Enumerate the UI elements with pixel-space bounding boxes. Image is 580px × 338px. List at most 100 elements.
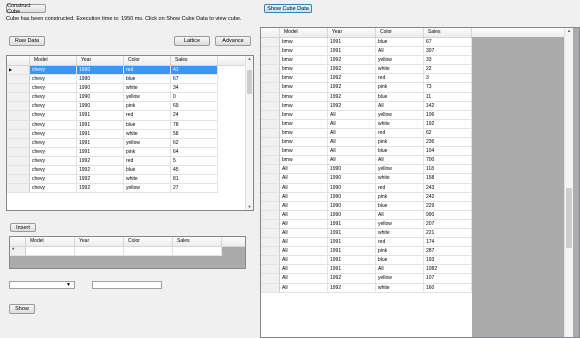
column-header[interactable]: Sales (173, 237, 222, 246)
table-cell[interactable]: 1992 (328, 83, 376, 93)
row-header[interactable] (261, 83, 280, 93)
table-row[interactable]: All 1991 red 174 (261, 238, 472, 248)
row-header[interactable] (261, 183, 280, 193)
table-row[interactable]: All 1992 yellow 107 (261, 274, 472, 284)
scroll-up-icon[interactable]: ▲ (246, 56, 253, 62)
table-row[interactable]: bmw All yellow 106 (261, 110, 472, 120)
lattice-button[interactable]: Lattice (174, 36, 210, 46)
table-cell[interactable]: All (280, 219, 328, 229)
table-cell[interactable]: 1990 (328, 183, 376, 193)
table-cell[interactable]: All (280, 238, 328, 248)
column-header[interactable]: Year (77, 56, 124, 65)
table-cell[interactable]: 1992 (328, 283, 376, 293)
row-header[interactable] (261, 265, 280, 275)
new-row[interactable]: * (10, 247, 222, 257)
table-cell[interactable]: 3 (424, 74, 472, 84)
table-cell[interactable]: chevy (30, 166, 77, 176)
table-cell[interactable]: chevy (30, 156, 77, 167)
table-cell[interactable]: 78 (171, 120, 218, 130)
table-cell[interactable]: bmw (280, 110, 328, 120)
table-cell[interactable]: 107 (424, 274, 472, 284)
table-cell[interactable]: chevy (30, 93, 77, 103)
vertical-scrollbar[interactable]: ▲ ▼ (245, 56, 253, 210)
table-row[interactable]: bmw All pink 236 (261, 138, 472, 148)
table-row[interactable]: bmw All blue 104 (261, 147, 472, 157)
table-cell[interactable]: bmw (280, 128, 328, 139)
table-row[interactable]: All 1990 yellow 118 (261, 165, 472, 175)
row-header[interactable] (261, 210, 280, 220)
table-row[interactable]: chevy 1991 blue 78 (7, 120, 253, 130)
table-cell[interactable]: bmw (280, 38, 328, 48)
table-row[interactable]: All 1991 white 221 (261, 228, 472, 239)
table-cell[interactable]: 229 (424, 201, 472, 211)
row-header[interactable] (7, 129, 30, 139)
table-cell[interactable]: 1990 (328, 174, 376, 184)
table-row[interactable]: chevy 1991 pink 64 (7, 147, 253, 157)
table-cell[interactable]: 5 (171, 156, 218, 167)
table-cell[interactable]: 1990 (77, 102, 124, 112)
table-cell[interactable]: 1992 (77, 184, 124, 194)
row-header[interactable] (261, 138, 280, 148)
table-cell[interactable]: 69 (171, 102, 218, 112)
row-header[interactable] (261, 56, 280, 66)
table-cell[interactable]: chevy (30, 129, 77, 139)
table-row[interactable]: bmw 1992 yellow 33 (261, 56, 472, 66)
row-header[interactable] (261, 238, 280, 248)
table-cell[interactable]: 62 (171, 138, 218, 148)
filter-combo[interactable]: ▼ (9, 281, 75, 289)
table-cell[interactable]: white (124, 84, 171, 94)
table-cell[interactable]: white (376, 228, 424, 239)
table-cell[interactable]: pink (376, 83, 424, 93)
table-row[interactable]: bmw All All 700 (261, 156, 472, 166)
table-row[interactable]: bmw 1992 white 22 (261, 65, 472, 75)
row-header[interactable] (261, 283, 280, 293)
table-cell[interactable]: 142 (424, 101, 472, 111)
table-cell[interactable]: yellow (124, 184, 171, 194)
table-cell[interactable]: All (280, 228, 328, 239)
table-cell[interactable]: 1990 (328, 165, 376, 175)
table-cell[interactable]: pink (124, 102, 171, 112)
cell[interactable] (124, 247, 173, 257)
table-cell[interactable]: 41 (171, 66, 218, 76)
table-cell[interactable]: 27 (171, 184, 218, 194)
table-cell[interactable]: bmw (280, 56, 328, 66)
table-cell[interactable]: All (328, 119, 376, 129)
table-cell[interactable]: 1991 (328, 247, 376, 257)
row-header[interactable] (261, 74, 280, 84)
table-cell[interactable]: All (328, 138, 376, 148)
table-cell[interactable]: All (280, 201, 328, 211)
table-cell[interactable]: 1991 (328, 265, 376, 275)
table-cell[interactable]: All (280, 274, 328, 284)
table-cell[interactable]: bmw (280, 92, 328, 102)
scroll-thumb[interactable] (247, 70, 252, 94)
table-row[interactable]: All 1990 pink 242 (261, 192, 472, 202)
table-cell[interactable]: All (376, 156, 424, 166)
row-header[interactable] (261, 38, 280, 48)
table-cell[interactable]: 1991 (328, 238, 376, 248)
row-header[interactable] (7, 111, 30, 121)
table-cell[interactable]: chevy (30, 138, 77, 148)
insert-grid[interactable]: Model Year Color Sales * (9, 236, 246, 269)
row-header[interactable] (7, 166, 30, 176)
raw-data-grid[interactable]: Model Year Color Sales ▶ chevy 1990 red 41 ch… (6, 55, 254, 211)
insert-button[interactable]: Insert (10, 223, 36, 232)
table-cell[interactable]: 1991 (77, 129, 124, 139)
table-row[interactable]: bmw 1992 red 3 (261, 74, 472, 84)
row-header[interactable] (261, 192, 280, 202)
table-cell[interactable]: 990 (424, 210, 472, 220)
table-cell[interactable]: 1992 (328, 56, 376, 66)
table-cell[interactable]: chevy (30, 111, 77, 121)
column-header[interactable]: Color (124, 237, 173, 246)
table-cell[interactable]: 158 (424, 174, 472, 184)
table-cell[interactable]: bmw (280, 119, 328, 129)
table-cell[interactable]: 45 (171, 166, 218, 176)
table-cell[interactable]: red (124, 156, 171, 167)
table-cell[interactable]: 1992 (77, 175, 124, 185)
table-cell[interactable]: 160 (424, 283, 472, 293)
row-header[interactable] (7, 93, 30, 103)
table-cell[interactable]: 1992 (328, 74, 376, 84)
table-cell[interactable]: blue (376, 201, 424, 211)
table-cell[interactable]: All (280, 165, 328, 175)
table-cell[interactable]: All (328, 156, 376, 166)
table-cell[interactable]: bmw (280, 156, 328, 166)
